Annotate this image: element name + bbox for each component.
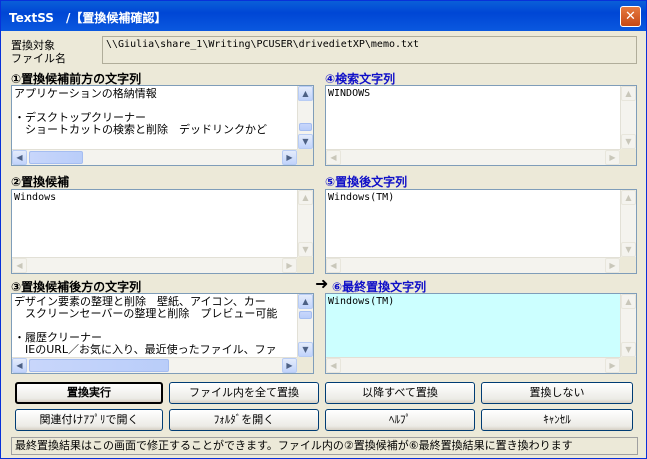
help-button[interactable]: ﾍﾙﾌﾟ: [325, 409, 475, 431]
scroll-up-icon[interactable]: ▲: [621, 86, 636, 101]
scroll-corner: [620, 357, 636, 373]
scroll-right-icon[interactable]: ▶: [282, 150, 297, 165]
before-text: アプリケーションの格納情報 ・デスクトップクリーナー ショートカットの検索と削除…: [14, 88, 267, 136]
before-vscroll[interactable]: ▲ ▼: [297, 86, 313, 149]
target-file-path: \\Giulia\share_1\Writing\PCUSER\drivedie…: [102, 36, 637, 64]
dialog-window: TextSS /【置換候補確認】 ✕ 置換対象 ファイル名 \\Giulia\s…: [0, 0, 647, 459]
after-replace-heading: ⑤置換後文字列: [325, 175, 408, 189]
after-replace-text-area[interactable]: Windows(TM) ▲ ▼ ◀ ▶: [325, 189, 637, 274]
search-text-area[interactable]: WINDOWS ▲ ▼ ◀ ▶: [325, 85, 637, 166]
vscroll-thumb[interactable]: [299, 123, 312, 131]
window-title: TextSS /【置換候補確認】: [9, 11, 167, 25]
scroll-down-icon[interactable]: ▼: [298, 342, 313, 357]
scroll-down-icon[interactable]: ▼: [298, 242, 313, 257]
scroll-left-icon[interactable]: ◀: [12, 258, 27, 273]
no-replace-button[interactable]: 置換しない: [481, 382, 633, 404]
scroll-down-icon[interactable]: ▼: [621, 242, 636, 257]
scroll-right-icon[interactable]: ▶: [605, 358, 620, 373]
scroll-down-icon[interactable]: ▼: [621, 342, 636, 357]
candidate-vscroll[interactable]: ▲ ▼: [297, 190, 313, 257]
scroll-left-icon[interactable]: ◀: [326, 150, 341, 165]
scroll-left-icon[interactable]: ◀: [12, 358, 27, 373]
scroll-up-icon[interactable]: ▲: [621, 190, 636, 205]
scroll-right-icon[interactable]: ▶: [282, 258, 297, 273]
replace-all-in-file-button[interactable]: ファイル内を全て置換: [169, 382, 319, 404]
close-button[interactable]: ✕: [620, 6, 641, 27]
status-bar: 最終置換結果はこの画面で修正することができます。ファイル内の②置換候補が⑥最終置…: [11, 437, 638, 455]
after-vscroll[interactable]: ▲ ▼: [297, 294, 313, 357]
search-hscroll[interactable]: ◀ ▶: [326, 149, 620, 165]
execute-replace-button[interactable]: 置換実行: [15, 382, 163, 404]
scroll-up-icon[interactable]: ▲: [298, 190, 313, 205]
scroll-left-icon[interactable]: ◀: [326, 358, 341, 373]
candidate-hscroll[interactable]: ◀ ▶: [12, 257, 297, 273]
scroll-right-icon[interactable]: ▶: [282, 358, 297, 373]
scroll-corner: [620, 257, 636, 273]
search-text: WINDOWS: [328, 88, 371, 99]
scroll-corner: [297, 257, 313, 273]
before-hscroll[interactable]: ◀ ▶: [12, 149, 297, 165]
open-folder-button[interactable]: ﾌｫﾙﾀﾞを開く: [169, 409, 319, 431]
scroll-corner: [620, 149, 636, 165]
scroll-right-icon[interactable]: ▶: [605, 258, 620, 273]
scroll-corner: [297, 357, 313, 373]
final-text: Windows(TM): [328, 296, 395, 307]
target-label-line2: ファイル名: [11, 52, 66, 65]
candidate-text-area[interactable]: Windows ▲ ▼ ◀ ▶: [11, 189, 314, 274]
scroll-left-icon[interactable]: ◀: [326, 258, 341, 273]
after-text-area[interactable]: デザイン要素の整理と削除 壁紙、アイコン、カー スクリーンセーバーの整理と削除 …: [11, 293, 314, 374]
final-hscroll[interactable]: ◀ ▶: [326, 357, 620, 373]
cancel-button[interactable]: ｷｬﾝｾﾙ: [481, 409, 633, 431]
vscroll-thumb[interactable]: [299, 311, 312, 319]
scroll-corner: [297, 149, 313, 165]
title-bar[interactable]: TextSS /【置換候補確認】 ✕: [1, 1, 646, 31]
candidate-text: Windows: [14, 192, 57, 203]
final-vscroll[interactable]: ▲ ▼: [620, 294, 636, 357]
after-replace-text: Windows(TM): [328, 192, 395, 203]
scroll-down-icon[interactable]: ▼: [298, 134, 313, 149]
pointer-arrow-icon: ➜: [315, 274, 329, 293]
after-replace-hscroll[interactable]: ◀ ▶: [326, 257, 620, 273]
after-text: デザイン要素の整理と削除 壁紙、アイコン、カー スクリーンセーバーの整理と削除 …: [14, 296, 278, 355]
after-hscroll[interactable]: ◀ ▶: [12, 357, 297, 373]
scroll-right-icon[interactable]: ▶: [605, 150, 620, 165]
search-vscroll[interactable]: ▲ ▼: [620, 86, 636, 149]
open-with-associated-app-button[interactable]: 関連付けｱﾌﾟﾘで開く: [15, 409, 163, 431]
scroll-up-icon[interactable]: ▲: [298, 294, 313, 309]
final-text-area[interactable]: Windows(TM) ▲ ▼ ◀ ▶: [325, 293, 637, 374]
scroll-up-icon[interactable]: ▲: [621, 294, 636, 309]
scroll-up-icon[interactable]: ▲: [298, 86, 313, 101]
before-text-area[interactable]: アプリケーションの格納情報 ・デスクトップクリーナー ショートカットの検索と削除…: [11, 85, 314, 166]
replace-all-after-button[interactable]: 以降すべて置換: [325, 382, 475, 404]
scroll-down-icon[interactable]: ▼: [621, 134, 636, 149]
hscroll-thumb[interactable]: [29, 151, 83, 164]
candidate-heading: ②置換候補: [11, 175, 70, 189]
hscroll-thumb[interactable]: [29, 359, 169, 372]
after-replace-vscroll[interactable]: ▲ ▼: [620, 190, 636, 257]
scroll-left-icon[interactable]: ◀: [12, 150, 27, 165]
